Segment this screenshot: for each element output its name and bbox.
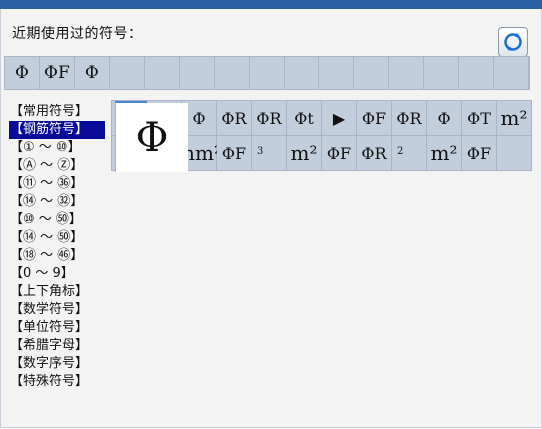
recent-symbol-cell[interactable] (319, 57, 355, 89)
refresh-icon (504, 33, 522, 51)
category-item[interactable]: 【常用符号】 (9, 103, 105, 121)
recent-symbol-cell[interactable]: Φ (5, 57, 40, 89)
symbol-cell[interactable]: ΦR (217, 101, 252, 136)
recent-symbol-cell[interactable] (180, 57, 215, 89)
recent-symbol-cell[interactable] (354, 57, 390, 89)
category-item[interactable]: 【⑭ ～ ㊿】 (9, 229, 105, 247)
category-list: 【常用符号】 【钢筋符号】 【① ～ ⑩】 【Ⓐ ～ Ⓩ】 【⑪ ～ ㊱】 【⑭ ～ ㉜】… (9, 103, 105, 391)
symbol-cell[interactable]: ΦF (357, 101, 392, 136)
recent-symbol-cell[interactable] (389, 57, 425, 89)
symbol-cell[interactable]: ΦR (392, 101, 427, 136)
recent-symbol-cell[interactable] (250, 57, 285, 89)
category-item[interactable]: 【数字序号】 (9, 355, 105, 373)
symbol-cell[interactable]: ΦF (217, 136, 252, 171)
symbol-cell[interactable]: 3 (252, 136, 287, 171)
symbol-cell[interactable]: ΦR (252, 101, 287, 136)
category-item[interactable]: 【数学符号】 (9, 301, 105, 319)
category-item[interactable]: 【⑩ ～ ㊿】 (9, 211, 105, 229)
recent-symbols-bar: Φ ΦF Φ (4, 56, 530, 90)
symbol-cell[interactable]: 2 (392, 136, 427, 171)
recent-symbols-title: 近期使用过的符号： (12, 26, 143, 42)
symbol-cell[interactable] (497, 136, 532, 171)
category-item[interactable]: 【⑪ ～ ㊱】 (9, 175, 105, 193)
symbol-cell[interactable]: ▶ (322, 101, 357, 136)
window-top-bar (0, 0, 542, 9)
recent-symbol-cell[interactable] (285, 57, 320, 89)
symbol-cell[interactable]: Φt (287, 101, 322, 136)
category-item[interactable]: 【单位符号】 (9, 319, 105, 337)
refresh-button[interactable] (498, 27, 528, 57)
symbol-cell[interactable]: ΦT (462, 101, 497, 136)
category-item[interactable]: 【钢筋符号】 (9, 121, 105, 139)
recent-symbol-cell[interactable] (459, 57, 495, 89)
symbol-cell[interactable]: m² (497, 101, 532, 136)
category-item[interactable]: 【① ～ ⑩】 (9, 139, 105, 157)
category-item[interactable]: 【上下角标】 (9, 283, 105, 301)
symbol-cell[interactable]: ΦF (462, 136, 497, 171)
symbol-cell[interactable]: m² (287, 136, 322, 171)
symbol-cell[interactable]: ΦF (322, 136, 357, 171)
category-item[interactable]: 【Ⓐ ～ Ⓩ】 (9, 157, 105, 175)
recent-symbol-cell[interactable] (145, 57, 180, 89)
recent-symbol-cell[interactable] (424, 57, 460, 89)
symbol-preview: Φ (115, 103, 188, 172)
recent-symbol-cell[interactable] (215, 57, 250, 89)
category-item[interactable]: 【希腊字母】 (9, 337, 105, 355)
recent-symbol-cell[interactable]: Φ (75, 57, 110, 89)
symbol-cell[interactable]: Φ (427, 101, 462, 136)
symbol-cell[interactable]: ΦR (357, 136, 392, 171)
recent-symbol-cell[interactable] (110, 57, 145, 89)
symbol-cell[interactable]: m² (427, 136, 462, 171)
category-item[interactable]: 【特殊符号】 (9, 373, 105, 391)
category-item[interactable]: 【⑭ ～ ㉜】 (9, 193, 105, 211)
category-item[interactable]: 【⑱ ～ ㊻】 (9, 247, 105, 265)
category-item[interactable]: 【0 ～ 9】 (9, 265, 105, 283)
recent-symbol-cell[interactable] (494, 57, 530, 89)
recent-symbol-cell[interactable]: ΦF (40, 57, 75, 89)
